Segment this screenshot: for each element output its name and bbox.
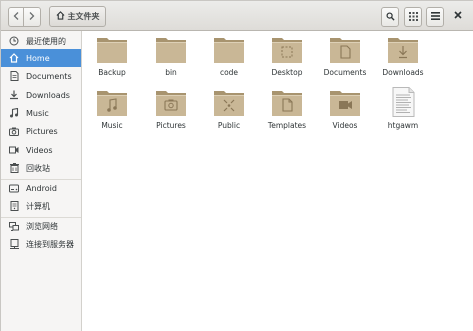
close-window-button[interactable] [452, 10, 464, 22]
chevron-left-icon [13, 12, 19, 22]
file-item-code[interactable]: code [200, 34, 258, 86]
file-label: Desktop [271, 68, 303, 77]
places-sidebar: 最近使用的 Home Documents Downloads Music Pic… [1, 31, 82, 331]
file-item-desktop[interactable]: Desktop [258, 34, 316, 86]
sidebar-item-label: Home [26, 53, 50, 63]
sidebar-item-label: Pictures [26, 126, 58, 136]
folder-videos-icon [329, 87, 361, 117]
forward-button[interactable] [23, 7, 41, 27]
file-label: htgawm [387, 121, 419, 130]
search-button[interactable] [381, 7, 399, 27]
folder-desktop-icon [271, 34, 303, 64]
file-item-videos[interactable]: Videos [316, 87, 374, 139]
sidebar-item-downloads[interactable]: Downloads [1, 86, 81, 104]
file-label: bin [165, 68, 177, 77]
trash-icon [9, 163, 19, 173]
computer-icon [9, 201, 19, 211]
file-label: code [219, 68, 239, 77]
sidebar-item-connect-server[interactable]: 连接到服务器 [1, 235, 81, 253]
path-bar-label: 主文件夹 [67, 12, 100, 21]
sidebar-item-videos[interactable]: Videos [1, 141, 81, 159]
path-bar-home-button[interactable]: 主文件夹 [49, 6, 106, 27]
sidebar-item-music[interactable]: Music [1, 104, 81, 122]
file-item-bin[interactable]: bin [142, 34, 200, 86]
search-icon [385, 11, 395, 23]
sidebar-item-home[interactable]: Home [1, 49, 81, 67]
folder-icon [155, 34, 187, 64]
file-item-music[interactable]: Music [83, 87, 141, 139]
file-manager-window: 主文件夹 最近使用的 Home Documents Downloads Musi… [0, 0, 473, 331]
sidebar-item-pictures[interactable]: Pictures [1, 122, 81, 140]
file-item-pictures[interactable]: Pictures [142, 87, 200, 139]
grid-view-icon [408, 11, 418, 23]
folder-icon [213, 34, 245, 64]
file-label: Public [217, 121, 241, 130]
folder-pictures-icon [155, 87, 187, 117]
network-icon [9, 221, 19, 231]
clock-icon [9, 36, 19, 46]
music-icon [9, 108, 19, 118]
server-icon [9, 239, 19, 249]
chevron-right-icon [29, 12, 35, 22]
home-icon [9, 53, 19, 63]
sidebar-item-recent[interactable]: 最近使用的 [1, 32, 81, 50]
sidebar-item-label: 计算机 [26, 201, 50, 211]
file-view: Backup bin code Desktop Documents Downlo… [82, 31, 473, 331]
sidebar-item-label: 浏览网络 [26, 221, 58, 231]
header-bar: 主文件夹 [1, 1, 473, 31]
folder-documents-icon [329, 34, 361, 64]
sidebar-item-computer[interactable]: 计算机 [1, 197, 81, 215]
file-item-public[interactable]: Public [200, 87, 258, 139]
file-label: Documents [323, 68, 367, 77]
drive-icon [9, 183, 19, 193]
sidebar-item-label: Android [26, 183, 57, 193]
view-mode-button[interactable] [404, 7, 422, 27]
file-item-htgawm[interactable]: htgawm [374, 87, 432, 139]
sidebar-item-trash[interactable]: 回收站 [1, 159, 81, 177]
sidebar-item-documents[interactable]: Documents [1, 67, 81, 85]
sidebar-item-label: Downloads [26, 90, 70, 100]
folder-icon [96, 34, 128, 64]
folder-templates-icon [271, 87, 303, 117]
app-menu-button[interactable] [426, 7, 444, 27]
download-icon [9, 90, 19, 100]
file-label: Backup [98, 68, 126, 77]
sidebar-item-label: Music [26, 108, 49, 118]
camera-icon [9, 126, 19, 136]
folder-music-icon [96, 87, 128, 117]
file-label: Pictures [156, 121, 186, 130]
sidebar-item-label: Documents [26, 71, 72, 81]
file-item-downloads[interactable]: Downloads [374, 34, 432, 86]
sidebar-item-label: 连接到服务器 [26, 239, 74, 249]
home-icon [56, 11, 65, 22]
hamburger-menu-icon [430, 12, 440, 22]
file-label: Videos [332, 121, 358, 130]
file-label: Downloads [382, 68, 424, 77]
sidebar-item-label: 最近使用的 [26, 36, 66, 46]
document-icon [9, 71, 19, 81]
folder-downloads-icon [387, 34, 419, 64]
video-icon [9, 145, 19, 155]
sidebar-item-label: 回收站 [26, 163, 50, 173]
text-file-icon [387, 87, 419, 117]
close-icon [454, 10, 462, 22]
file-label: Music [101, 121, 123, 130]
file-label: Templates [267, 121, 307, 130]
sidebar-item-browse-network[interactable]: 浏览网络 [1, 217, 81, 235]
sidebar-item-android[interactable]: Android [1, 179, 81, 197]
sidebar-item-label: Videos [26, 145, 53, 155]
back-button[interactable] [8, 7, 24, 27]
folder-public-icon [213, 87, 245, 117]
file-item-backup[interactable]: Backup [83, 34, 141, 86]
file-item-documents[interactable]: Documents [316, 34, 374, 86]
file-item-templates[interactable]: Templates [258, 87, 316, 139]
